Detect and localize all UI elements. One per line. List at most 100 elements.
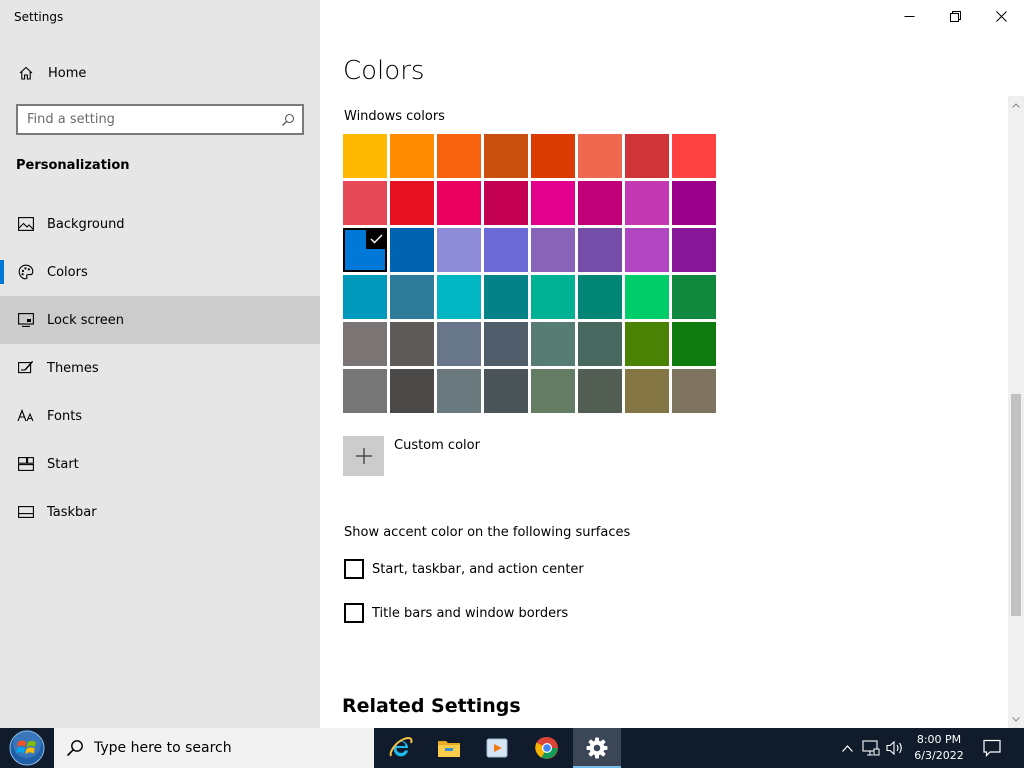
title-bars-checkbox-row[interactable]: Title bars and window borders (344, 603, 568, 623)
color-swatch[interactable] (578, 369, 622, 413)
file-explorer-icon (438, 741, 460, 757)
color-swatch[interactable] (390, 369, 434, 413)
color-swatch[interactable] (578, 134, 622, 178)
sidebar-item-fonts[interactable]: Fonts (0, 392, 320, 440)
close-button[interactable] (978, 0, 1024, 32)
scroll-up-arrow-icon[interactable] (1008, 98, 1024, 112)
taskbar-file-explorer[interactable] (425, 728, 473, 768)
find-setting-input[interactable]: Find a setting (16, 104, 304, 135)
sidebar: Settings Home Find a setting Personaliza… (0, 0, 320, 728)
color-swatch[interactable] (484, 369, 528, 413)
volume-tray-button[interactable] (884, 728, 906, 768)
app-title: Settings (14, 10, 64, 24)
sidebar-item-lock-screen[interactable]: Lock screen (0, 296, 320, 344)
color-swatch[interactable] (437, 134, 481, 178)
sidebar-item-label: Lock screen (47, 312, 124, 328)
taskbar-media-player[interactable] (473, 728, 521, 768)
color-swatch[interactable] (672, 181, 716, 225)
color-swatch[interactable] (578, 322, 622, 366)
color-swatch[interactable] (484, 275, 528, 319)
network-tray-button[interactable] (860, 728, 882, 768)
color-swatch[interactable] (484, 322, 528, 366)
color-swatch[interactable] (437, 369, 481, 413)
vertical-scrollbar[interactable] (1008, 96, 1024, 728)
show-hidden-icons-button[interactable] (838, 728, 856, 768)
color-swatch[interactable] (531, 228, 575, 272)
color-swatch[interactable] (625, 134, 669, 178)
taskbar-clock[interactable]: 8:00 PM 6/3/2022 (907, 732, 971, 764)
minimize-button[interactable] (886, 0, 932, 32)
sidebar-item-background[interactable]: Background (0, 200, 320, 248)
taskbar-settings[interactable] (573, 728, 621, 768)
settings-gear-icon (586, 737, 608, 759)
color-swatch[interactable] (437, 228, 481, 272)
color-swatch[interactable] (343, 275, 387, 319)
color-swatch[interactable] (343, 322, 387, 366)
color-swatch[interactable] (672, 369, 716, 413)
taskbar-chrome[interactable] (523, 728, 571, 768)
restore-button[interactable] (932, 0, 978, 32)
color-swatch[interactable] (343, 181, 387, 225)
sidebar-item-label: Background (47, 216, 125, 232)
selection-indicator (0, 260, 4, 284)
color-swatch[interactable] (484, 181, 528, 225)
color-swatch[interactable] (531, 181, 575, 225)
sidebar-item-themes[interactable]: Themes (0, 344, 320, 392)
color-swatch[interactable] (390, 134, 434, 178)
color-swatch[interactable] (672, 322, 716, 366)
search-icon (281, 113, 295, 127)
color-swatch[interactable] (578, 228, 622, 272)
color-swatch[interactable] (625, 181, 669, 225)
color-swatch[interactable] (437, 275, 481, 319)
scroll-down-arrow-icon[interactable] (1008, 712, 1024, 726)
title-bars-checkbox[interactable] (344, 603, 364, 623)
color-swatch[interactable] (531, 134, 575, 178)
color-swatch[interactable] (625, 322, 669, 366)
color-swatch[interactable] (343, 369, 387, 413)
color-swatch[interactable] (390, 228, 434, 272)
color-swatch[interactable] (390, 322, 434, 366)
color-swatch[interactable] (625, 228, 669, 272)
sidebar-item-start[interactable]: Start (0, 440, 320, 488)
color-swatch[interactable] (672, 228, 716, 272)
main-content: Colors Windows colors Custom color Show … (320, 0, 1024, 728)
color-swatch[interactable] (343, 228, 387, 272)
color-swatch[interactable] (390, 275, 434, 319)
sidebar-item-taskbar[interactable]: Taskbar (0, 488, 320, 536)
color-swatch[interactable] (578, 181, 622, 225)
start-taskbar-checkbox[interactable] (344, 559, 364, 579)
color-swatch[interactable] (437, 322, 481, 366)
color-swatch[interactable] (578, 275, 622, 319)
action-center-button[interactable] (978, 728, 1006, 768)
start-icon (16, 457, 36, 471)
sidebar-item-label: Fonts (47, 408, 83, 424)
color-swatch[interactable] (437, 181, 481, 225)
start-button[interactable] (0, 728, 54, 768)
color-swatch[interactable] (531, 275, 575, 319)
section-heading: Personalization (16, 158, 130, 173)
custom-color-label[interactable]: Custom color (394, 438, 480, 453)
taskbar-search-box[interactable]: Type here to search (54, 728, 374, 768)
color-swatch[interactable] (343, 134, 387, 178)
taskbar-search-placeholder: Type here to search (94, 740, 232, 756)
color-swatch[interactable] (484, 228, 528, 272)
custom-color-button[interactable] (343, 436, 384, 476)
color-swatch[interactable] (531, 369, 575, 413)
color-swatch[interactable] (625, 275, 669, 319)
taskbar-icon (16, 506, 36, 518)
chevron-up-icon (841, 744, 853, 752)
color-swatch[interactable] (672, 134, 716, 178)
scrollbar-thumb[interactable] (1011, 394, 1021, 616)
color-swatch[interactable] (672, 275, 716, 319)
color-swatch[interactable] (484, 134, 528, 178)
taskbar-internet-explorer[interactable] (377, 728, 425, 768)
start-taskbar-checkbox-row[interactable]: Start, taskbar, and action center (344, 559, 584, 579)
color-swatch[interactable] (531, 322, 575, 366)
home-nav-item[interactable]: Home (0, 56, 320, 90)
color-swatch[interactable] (625, 369, 669, 413)
network-icon (862, 740, 880, 756)
sidebar-item-label: Themes (47, 360, 99, 376)
sidebar-item-label: Taskbar (47, 504, 97, 520)
color-swatch[interactable] (390, 181, 434, 225)
sidebar-item-colors[interactable]: Colors (0, 248, 320, 296)
